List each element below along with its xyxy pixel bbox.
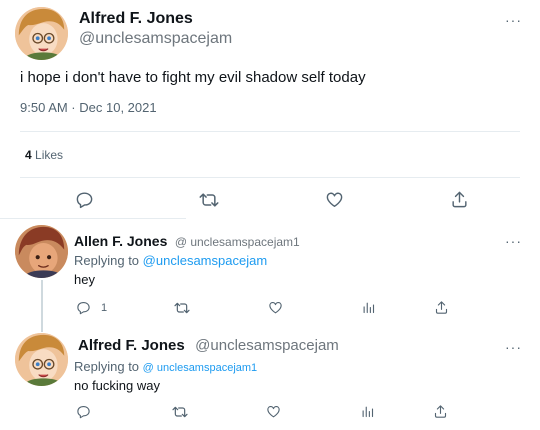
more-options-icon[interactable]: ···	[505, 339, 522, 355]
tweet-timestamp[interactable]: 9:50 AM · Dec 10, 2021	[20, 100, 157, 115]
thread-line	[41, 280, 43, 332]
reply-header: Alfred F. Jones @unclesamspacejam	[78, 337, 339, 355]
share-icon[interactable]	[433, 404, 448, 419]
display-name[interactable]: Alfred F. Jones	[78, 337, 185, 354]
analytics-icon[interactable]	[361, 300, 376, 315]
like-icon[interactable]	[268, 300, 283, 315]
reply-icon[interactable]	[76, 404, 91, 419]
divider	[20, 177, 520, 178]
display-name[interactable]: Alfred F. Jones	[79, 10, 193, 28]
reply-icon[interactable]: 1	[76, 300, 107, 315]
reply-icon[interactable]	[75, 190, 94, 209]
replying-to-handle[interactable]: @unclesamspacejam	[143, 253, 267, 268]
avatar[interactable]	[15, 333, 68, 386]
likes-stat[interactable]: 4 Likes	[25, 148, 63, 162]
tweet-text: hey	[74, 272, 95, 287]
replying-to-handle[interactable]: @ unclesamspacejam1	[143, 362, 258, 374]
like-icon[interactable]	[266, 404, 281, 419]
tweet-text: i hope i don't have to fight my evil sha…	[20, 69, 366, 86]
analytics-icon[interactable]	[360, 404, 375, 419]
divider	[0, 218, 186, 219]
retweet-icon[interactable]	[199, 190, 219, 210]
replying-to: Replying to @ unclesamspacejam1	[74, 359, 257, 374]
handle[interactable]: @unclesamspacejam	[79, 30, 232, 48]
more-options-icon[interactable]: ···	[505, 233, 522, 249]
replying-to-label: Replying to	[74, 253, 140, 268]
handle[interactable]: @ unclesamspacejam1	[175, 235, 300, 249]
like-icon[interactable]	[325, 190, 344, 209]
avatar[interactable]	[15, 225, 68, 278]
handle[interactable]: @unclesamspacejam	[195, 337, 339, 354]
share-icon[interactable]	[434, 300, 449, 315]
likes-count: 4	[25, 148, 32, 162]
likes-label: Likes	[35, 148, 64, 162]
retweet-icon[interactable]	[172, 404, 188, 420]
retweet-icon[interactable]	[174, 300, 190, 316]
avatar-image	[15, 225, 68, 278]
tweet-text: no fucking way	[74, 378, 160, 393]
divider	[20, 131, 520, 132]
avatar[interactable]	[15, 7, 68, 60]
reply-header: Allen F. Jones @ unclesamspacejam1	[74, 233, 300, 251]
display-name[interactable]: Allen F. Jones	[74, 233, 167, 249]
replying-to: Replying to @unclesamspacejam	[74, 253, 267, 268]
reply-count: 1	[101, 301, 108, 314]
more-options-icon[interactable]: ···	[505, 12, 522, 28]
avatar-image	[15, 7, 68, 60]
avatar-image	[15, 333, 68, 386]
share-icon[interactable]	[450, 190, 469, 209]
replying-to-label: Replying to	[74, 359, 140, 374]
